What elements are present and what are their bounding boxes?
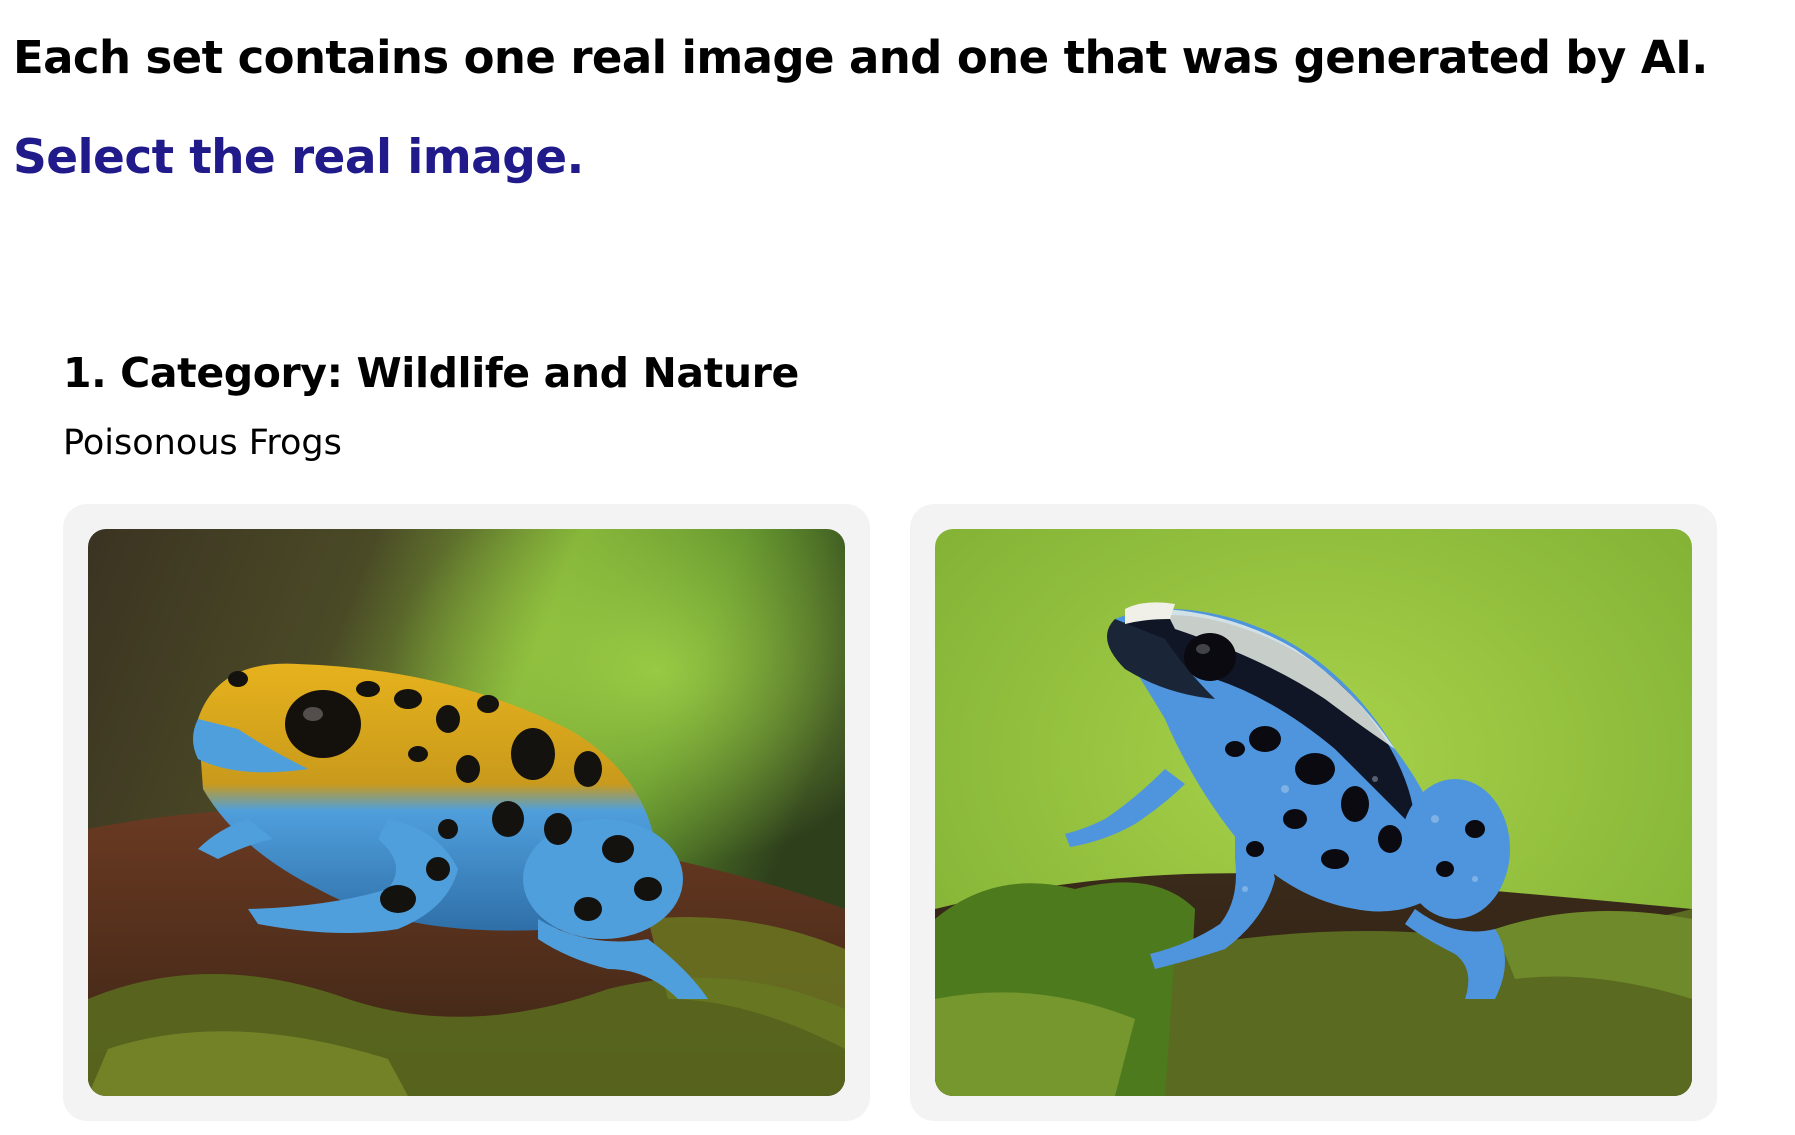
image-choice-2[interactable]: [910, 504, 1717, 1121]
frog-image-1[interactable]: [88, 529, 845, 1096]
question-title: 1. Category: Wildlife and Nature: [63, 349, 799, 397]
frog-image-2[interactable]: [935, 529, 1692, 1096]
image-choice-1[interactable]: [63, 504, 870, 1121]
intro-text: Each set contains one real image and one…: [13, 31, 1708, 84]
question-subtitle: Poisonous Frogs: [63, 423, 342, 463]
instruction-text: Select the real image.: [13, 130, 584, 185]
